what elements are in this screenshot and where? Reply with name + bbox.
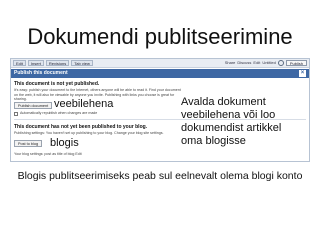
web-section-heading: This document is not yet published.: [14, 81, 100, 87]
publish-menu-button[interactable]: Publish: [285, 60, 307, 66]
publish-callout: Avalda dokument veebilehena või loo doku…: [181, 96, 282, 147]
share-link[interactable]: Share: [225, 60, 236, 66]
gear-icon[interactable]: [277, 60, 284, 66]
auto-republish-checkbox[interactable]: [14, 111, 18, 116]
menu-tabs: Edit Insert Revisions Tab view: [13, 60, 93, 66]
slide-caption: Blogis publitseerimiseks peab sul eelnev…: [17, 170, 303, 182]
tab-insert[interactable]: Insert: [27, 60, 44, 66]
post-to-blog-button[interactable]: Post to blog: [14, 140, 43, 147]
close-icon[interactable]: ×: [299, 70, 306, 77]
discuss-link[interactable]: Discuss: [237, 60, 251, 66]
blog-settings-note: Your blog settings: post as title of blo…: [14, 152, 82, 156]
publish-document-button[interactable]: Publish document: [14, 102, 53, 109]
dialog-title-bar: Publish this document ×: [11, 69, 309, 78]
app-toolbar: Edit Insert Revisions Tab view Share Dis…: [11, 59, 309, 68]
tab-edit[interactable]: Edit: [13, 60, 26, 66]
edit-link[interactable]: Edit: [253, 60, 260, 66]
slide-title: Dokumendi publitseerimine: [27, 24, 293, 49]
blog-section-heading: This document has not yet been published…: [14, 124, 148, 130]
auto-republish-label: Automatically republish when changes are…: [20, 111, 98, 115]
blog-publish-annotation: blogis: [50, 137, 79, 149]
toolbar-right: Share Discuss Edit Untitled Publish: [225, 60, 307, 66]
tab-view[interactable]: Tab view: [71, 60, 93, 66]
dialog-title: Publish this document: [14, 70, 68, 76]
blog-section-description: Publishing settings: You haven't set up …: [14, 131, 164, 135]
auto-republish-row[interactable]: Automatically republish when changes are…: [14, 111, 97, 116]
doc-name-link[interactable]: Untitled: [262, 60, 276, 66]
web-publish-annotation: veebilehena: [54, 98, 114, 110]
tab-revisions[interactable]: Revisions: [45, 60, 70, 66]
